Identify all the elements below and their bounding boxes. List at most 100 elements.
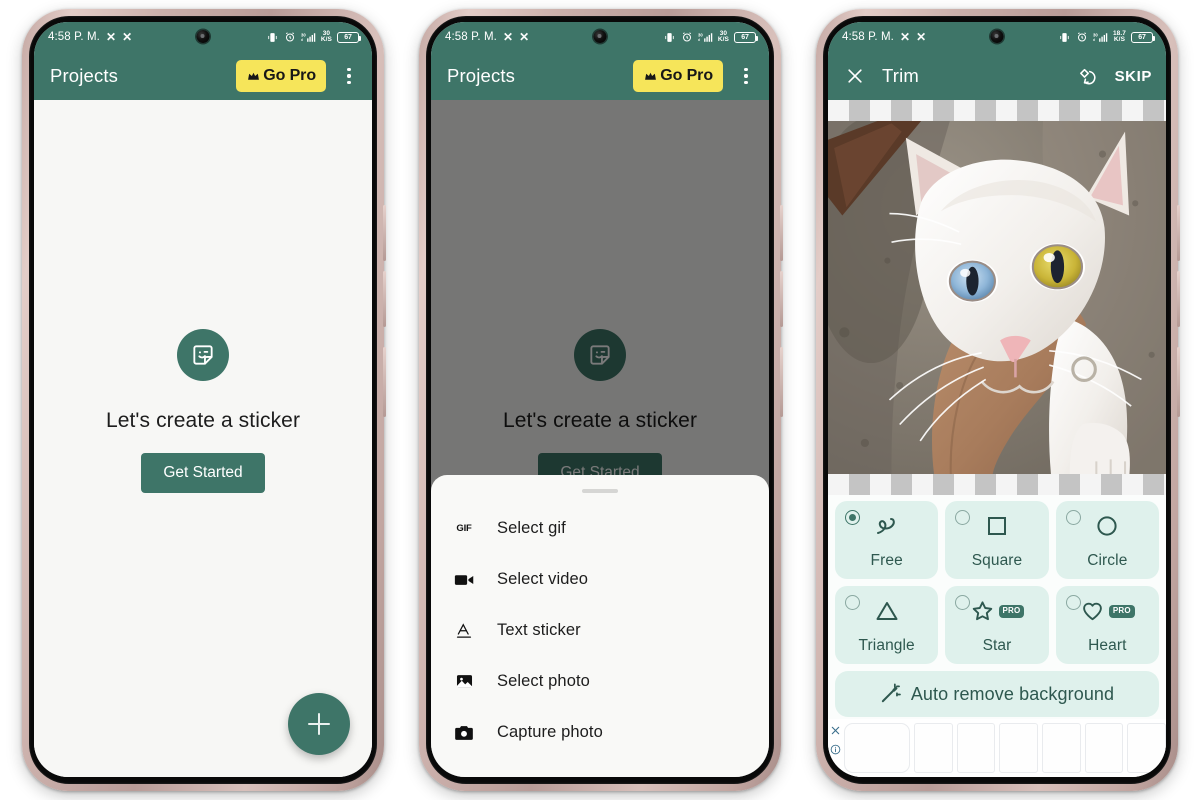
status-bar-left: 4:58 P. M. ✕ ✕ — [842, 31, 926, 43]
sheet-item-label: Select gif — [497, 519, 566, 537]
battery-icon: 67 — [1131, 31, 1155, 43]
sheet-item-capture-photo[interactable]: Capture photo — [431, 707, 769, 758]
get-started-button[interactable]: Get Started — [141, 452, 265, 493]
shape-option-circle[interactable]: Circle — [1055, 501, 1159, 579]
auto-remove-background-label: Auto remove background — [910, 683, 1115, 704]
pro-badge: PRO — [998, 604, 1025, 618]
status-bar: 4:58 P. M. ✕ ✕ 30 — [828, 22, 1166, 52]
info-icon[interactable] — [830, 742, 841, 760]
status-bar-right: 30 ıl 30 K/S 67 — [663, 30, 758, 44]
shape-option-label: Circle — [1087, 552, 1128, 569]
volume-up-button[interactable] — [1177, 205, 1180, 261]
close-x-icon: ✕ — [122, 30, 133, 44]
rotate-flip-icon[interactable] — [1075, 63, 1101, 89]
circle-icon — [1056, 513, 1159, 539]
svg-text:30: 30 — [698, 32, 703, 37]
image-preview[interactable] — [828, 121, 1166, 474]
alarm-icon — [1076, 31, 1088, 43]
empty-state: Let's create a sticker Get Started GIF S… — [431, 100, 769, 777]
ad-cell[interactable] — [999, 723, 1039, 773]
shape-options-panel: Free Square Circle Triangle PRO Star PRO… — [828, 495, 1166, 719]
go-pro-button[interactable]: Go Pro — [236, 60, 326, 92]
volume-up-button[interactable] — [780, 205, 783, 261]
phone-2-bezel: 4:58 P. M. ✕ ✕ 30 ıl 30 K/S 67 Projects … — [426, 16, 774, 784]
freehand-icon — [835, 513, 938, 539]
ad-cell[interactable] — [1042, 723, 1081, 773]
close-x-icon[interactable] — [830, 723, 841, 741]
skip-button[interactable]: SKIP — [1115, 68, 1152, 85]
sheet-item-select-video[interactable]: Select video — [431, 554, 769, 605]
network-speed-icon: 18.7 K/S — [1112, 29, 1126, 43]
app-bar: Projects Go Pro — [431, 52, 769, 100]
pro-badge: PRO — [1108, 604, 1135, 618]
status-bar-right: 30 ıl 18.7 K/S 67 — [1058, 29, 1155, 44]
triangle-icon — [835, 598, 938, 624]
ad-banner[interactable] — [828, 719, 1166, 777]
text-format-icon — [453, 622, 475, 640]
shape-option-square[interactable]: Square — [945, 501, 1049, 579]
close-x-icon: ✕ — [899, 30, 911, 44]
close-x-icon: ✕ — [916, 30, 927, 44]
volume-down-button[interactable] — [1177, 271, 1180, 327]
volume-down-button[interactable] — [383, 271, 386, 327]
network-speed-icon: 30 K/S — [320, 29, 332, 43]
ad-cell[interactable] — [956, 723, 996, 773]
power-button[interactable] — [1177, 347, 1180, 417]
shape-option-label: Triangle — [858, 637, 915, 654]
power-button[interactable] — [780, 347, 783, 417]
ad-cell[interactable] — [914, 723, 953, 773]
ad-cell[interactable] — [844, 723, 910, 773]
kebab-menu-icon[interactable] — [731, 58, 761, 94]
status-bar-left: 4:58 P. M. ✕ ✕ — [48, 31, 132, 43]
svg-text:30: 30 — [1093, 32, 1098, 37]
volume-up-button[interactable] — [383, 205, 386, 261]
star-icon-with-pro-badge: PRO — [945, 598, 1048, 624]
auto-remove-background-button[interactable]: Auto remove background — [835, 671, 1159, 717]
ad-controls — [830, 723, 841, 760]
close-x-icon[interactable] — [842, 63, 868, 89]
svg-text:ıl: ıl — [301, 38, 303, 42]
kebab-menu-icon[interactable] — [334, 58, 364, 94]
go-pro-button[interactable]: Go Pro — [633, 60, 723, 92]
transparency-checkerboard-top — [828, 100, 1166, 121]
empty-state-title: Let's create a sticker — [105, 408, 301, 432]
status-bar-left: 4:58 P. M. ✕ ✕ — [445, 31, 529, 43]
crown-icon — [248, 72, 260, 80]
video-camera-icon — [453, 572, 475, 588]
heart-icon — [1082, 602, 1102, 621]
transparency-checkerboard-bottom — [828, 474, 1166, 495]
svg-text:30: 30 — [301, 32, 306, 37]
ad-cell[interactable] — [1127, 723, 1166, 773]
volume-down-button[interactable] — [780, 271, 783, 327]
shape-options-row-1: Free Square Circle — [835, 501, 1159, 579]
crown-icon — [645, 72, 657, 80]
sheet-item-select-gif[interactable]: GIF Select gif — [431, 503, 769, 554]
power-button[interactable] — [383, 347, 386, 417]
status-bar: 4:58 P. M. ✕ ✕ 30 — [431, 22, 769, 52]
sheet-drag-handle[interactable] — [582, 489, 618, 493]
magic-wand-icon — [880, 682, 902, 707]
signal-3g-icon: 30 ıl — [1093, 31, 1108, 43]
sheet-item-text-sticker[interactable]: Text sticker — [431, 605, 769, 656]
phone-2-screen: 4:58 P. M. ✕ ✕ 30 ıl 30 K/S 67 Projects … — [431, 22, 769, 777]
star-icon — [972, 601, 992, 621]
ad-cell[interactable] — [1084, 723, 1124, 773]
shape-option-label: Square — [971, 552, 1023, 569]
sticker-smiley-icon — [177, 328, 229, 381]
create-sticker-bottom-sheet: GIF Select gif Select video Text sticker… — [431, 475, 769, 777]
shape-option-free[interactable]: Free — [835, 501, 939, 579]
shape-option-triangle[interactable]: Triangle — [835, 586, 939, 664]
shape-option-star[interactable]: PRO Star — [945, 586, 1049, 664]
sheet-item-select-photo[interactable]: Select photo — [431, 656, 769, 707]
gif-icon: GIF — [456, 523, 472, 534]
front-camera-punch-hole — [593, 30, 607, 43]
signal-3g-icon: 30 ıl — [698, 31, 713, 43]
shape-option-heart[interactable]: PRO Heart — [1055, 586, 1159, 664]
phone-1-bezel: 4:58 P. M. ✕ ✕ 30 ıl 30 K/S 67 Projects … — [29, 16, 377, 784]
close-x-icon: ✕ — [105, 30, 117, 44]
close-x-icon: ✕ — [502, 30, 514, 44]
sheet-item-label: Capture photo — [497, 723, 603, 741]
add-project-fab[interactable] — [288, 693, 350, 755]
page-title: Projects — [50, 65, 119, 86]
status-time: 4:58 P. M. — [48, 31, 100, 43]
